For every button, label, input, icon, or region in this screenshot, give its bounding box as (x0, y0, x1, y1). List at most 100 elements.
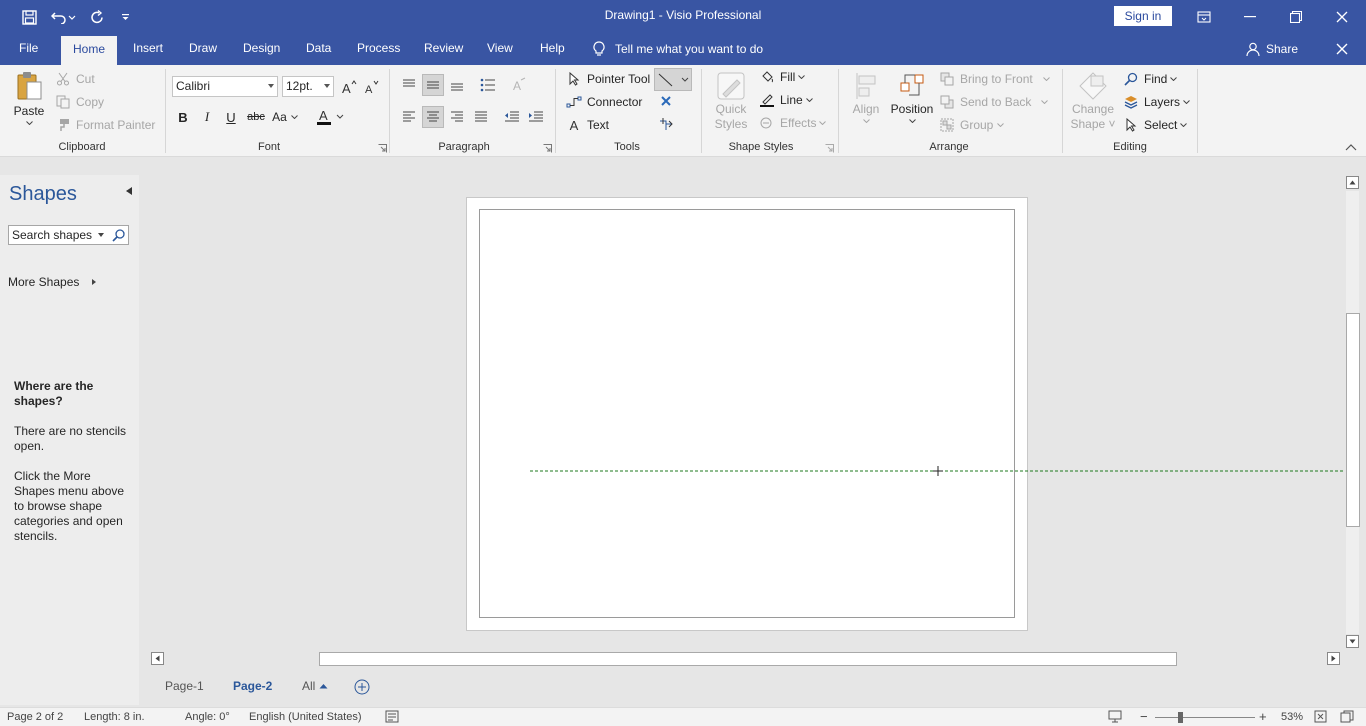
scroll-up-icon[interactable] (1346, 176, 1359, 189)
increase-indent-icon[interactable] (525, 106, 547, 128)
switch-windows-icon[interactable] (1340, 710, 1354, 723)
layers-button[interactable]: Layers (1123, 94, 1190, 110)
line-button[interactable]: Line (759, 92, 813, 108)
drawing-canvas[interactable] (140, 165, 1345, 650)
search-icon (1123, 71, 1139, 87)
change-case-icon[interactable]: Aa (270, 106, 300, 128)
align-middle-icon[interactable] (422, 74, 444, 96)
align-center-icon[interactable] (422, 106, 444, 128)
align-top-icon[interactable] (398, 74, 420, 96)
tab-review[interactable]: Review (424, 33, 463, 65)
page-tab-2[interactable]: Page-2 (233, 679, 272, 693)
search-shapes-input[interactable]: Search shapes (8, 225, 129, 245)
tab-insert[interactable]: Insert (133, 33, 163, 65)
font-launcher-icon[interactable] (378, 144, 387, 153)
quick-styles-button[interactable]: Quick Styles (708, 70, 754, 132)
connector-button[interactable]: Connector (566, 94, 642, 110)
collapse-pane-icon[interactable] (124, 186, 134, 196)
search-dropdown-icon[interactable] (98, 233, 104, 237)
tab-data[interactable]: Data (306, 33, 331, 65)
restore-icon[interactable] (1273, 0, 1319, 33)
text-tool-button[interactable]: A Text (566, 117, 609, 133)
close-ribbon-icon[interactable] (1334, 41, 1350, 57)
scroll-down-icon[interactable] (1346, 635, 1359, 648)
tab-process[interactable]: Process (357, 33, 400, 65)
text-direction-icon[interactable]: A (508, 74, 530, 96)
minimize-icon[interactable] (1227, 0, 1273, 33)
shrink-font-icon[interactable]: A (361, 76, 383, 98)
macro-record-icon[interactable] (385, 710, 399, 723)
zoom-slider[interactable] (1155, 717, 1255, 718)
tell-me-search[interactable]: Tell me what you want to do (593, 33, 763, 65)
horizontal-scrollbar[interactable] (151, 652, 1342, 667)
strikethrough-icon[interactable]: abc (245, 106, 267, 128)
search-icon[interactable] (112, 228, 126, 242)
pointer-tool-button[interactable]: Pointer Tool (566, 71, 650, 87)
copy-button[interactable]: Copy (55, 94, 104, 110)
align-right-icon[interactable] (446, 106, 468, 128)
bring-to-front-button[interactable]: Bring to Front (939, 71, 1050, 87)
chevron-right-icon (92, 279, 96, 285)
drawing-page[interactable] (466, 197, 1028, 631)
line-tool-dropdown[interactable] (654, 68, 692, 91)
bullets-icon[interactable] (477, 74, 499, 96)
delete-connection-icon[interactable] (655, 90, 677, 112)
vertical-scroll-thumb[interactable] (1346, 313, 1360, 527)
font-color-icon[interactable]: A (313, 106, 347, 128)
zoom-out-icon[interactable]: − (1140, 709, 1148, 724)
underline-icon[interactable]: U (220, 106, 242, 128)
zoom-level[interactable]: 53% (1281, 711, 1303, 723)
text-tool-label: Text (587, 118, 610, 132)
italic-icon[interactable]: I (196, 106, 218, 128)
cut-button[interactable]: Cut (55, 71, 95, 87)
tab-design[interactable]: Design (243, 33, 280, 65)
add-page-icon[interactable] (354, 679, 370, 695)
grow-font-icon[interactable]: A (338, 76, 360, 98)
send-to-back-button[interactable]: Send to Back (939, 94, 1049, 110)
decrease-indent-icon[interactable] (501, 106, 523, 128)
select-button[interactable]: Select (1123, 117, 1188, 133)
change-shape-button[interactable]: Change Shape ˅ (1068, 70, 1118, 132)
align-left-icon[interactable] (398, 106, 420, 128)
tab-help[interactable]: Help (540, 33, 565, 65)
fit-page-icon[interactable] (1314, 710, 1327, 723)
paste-button[interactable]: Paste (10, 70, 48, 125)
collapse-ribbon-icon[interactable] (1345, 143, 1357, 153)
tab-view[interactable]: View (487, 33, 513, 65)
tab-draw[interactable]: Draw (189, 33, 217, 65)
zoom-slider-thumb[interactable] (1178, 712, 1183, 723)
close-icon[interactable] (1319, 0, 1365, 33)
layers-label: Layers (1144, 95, 1181, 109)
shape-styles-launcher-icon[interactable] (825, 144, 834, 153)
page-number-status[interactable]: Page 2 of 2 (7, 711, 63, 723)
connection-point-icon[interactable] (655, 113, 677, 135)
position-button[interactable]: Position (888, 70, 936, 123)
vertical-scrollbar[interactable] (1345, 175, 1360, 650)
share-button[interactable]: Share (1246, 33, 1298, 65)
fill-button[interactable]: Fill (759, 69, 806, 85)
justify-icon[interactable] (470, 106, 492, 128)
page-tab-1[interactable]: Page-1 (165, 679, 204, 693)
align-button[interactable]: Align (846, 70, 886, 123)
bold-icon[interactable]: B (172, 106, 194, 128)
find-button[interactable]: Find (1123, 71, 1178, 87)
font-size-combo[interactable]: 12pt. (282, 76, 334, 97)
scroll-left-icon[interactable] (151, 652, 164, 665)
effects-button[interactable]: Effects (759, 115, 827, 131)
all-pages-menu[interactable]: All (302, 679, 328, 693)
ribbon-display-icon[interactable] (1181, 0, 1227, 33)
presentation-mode-icon[interactable] (1108, 710, 1122, 723)
paragraph-launcher-icon[interactable] (543, 144, 552, 153)
tab-file[interactable]: File (19, 33, 38, 65)
font-family-combo[interactable]: Calibri (172, 76, 278, 97)
group-button[interactable]: Group (939, 117, 1005, 133)
language-status[interactable]: English (United States) (249, 711, 362, 723)
more-shapes-menu[interactable]: More Shapes (8, 275, 103, 289)
horizontal-scroll-thumb[interactable] (319, 652, 1177, 666)
align-bottom-icon[interactable] (446, 74, 468, 96)
scroll-right-icon[interactable] (1327, 652, 1340, 665)
sign-in-button[interactable]: Sign in (1114, 6, 1172, 26)
zoom-in-icon[interactable]: + (1259, 709, 1267, 724)
format-painter-button[interactable]: Format Painter (55, 117, 155, 133)
tab-home[interactable]: Home (61, 36, 118, 65)
